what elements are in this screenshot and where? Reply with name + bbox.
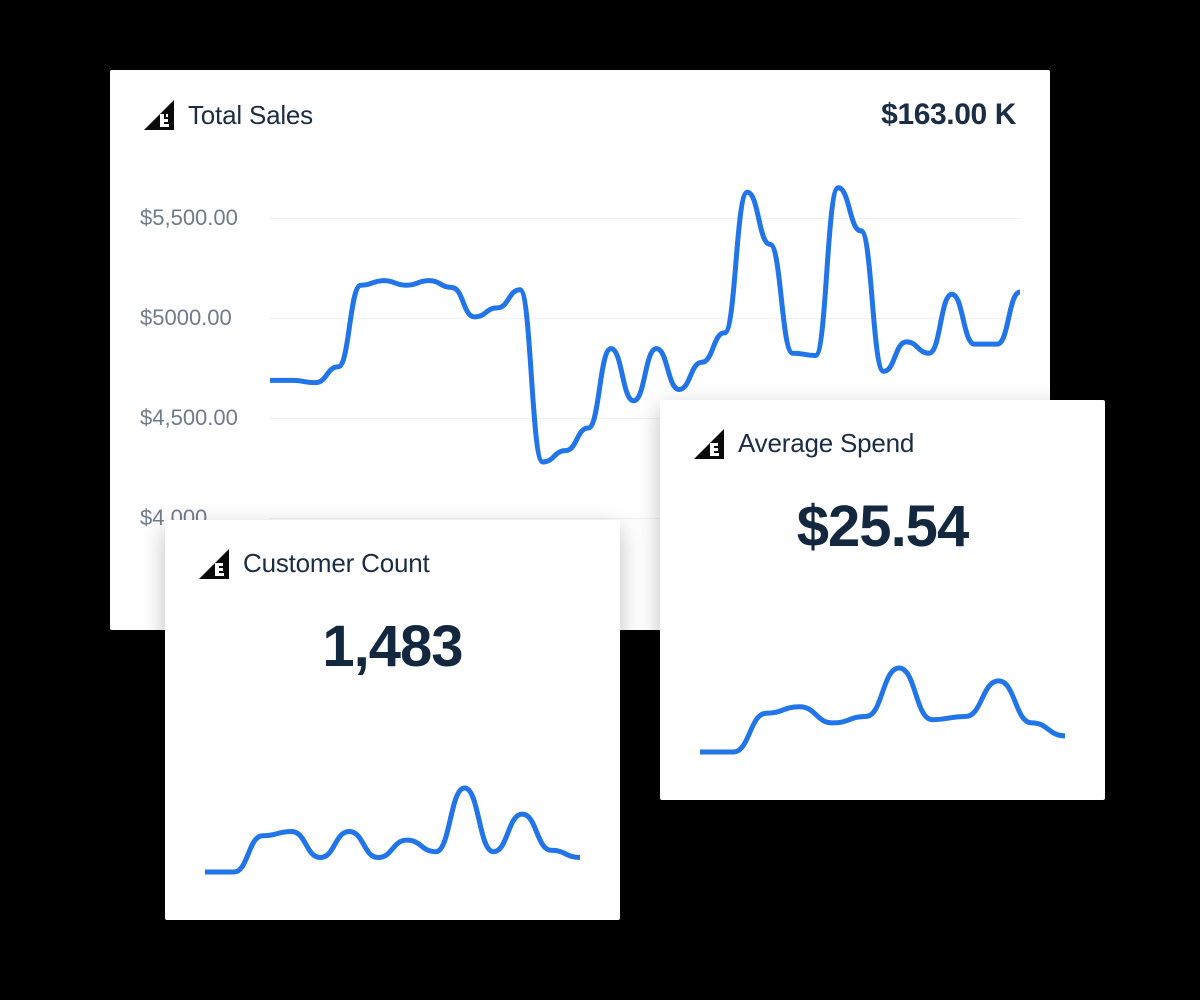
average-spend-value: $25.54 [660, 493, 1105, 560]
total-sales-title: Total Sales [188, 100, 313, 131]
customer-count-card: Customer Count 1,483 [165, 520, 620, 920]
average-spend-card: Average Spend $25.54 [660, 400, 1105, 800]
brand-triangle-icon [144, 100, 174, 130]
brand-triangle-icon [199, 549, 229, 579]
average-spend-sparkline [700, 660, 1065, 760]
y-tick: $4,500.00 [140, 405, 238, 431]
average-spend-title: Average Spend [738, 428, 914, 459]
customer-count-header: Customer Count [165, 520, 620, 587]
customer-count-value: 1,483 [165, 613, 620, 680]
average-spend-header: Average Spend [660, 400, 1105, 467]
customer-count-sparkline [205, 780, 580, 880]
customer-count-title: Customer Count [243, 548, 430, 579]
total-sales-value: $163.00 K [881, 98, 1016, 132]
total-sales-header: Total Sales $163.00 K [110, 70, 1050, 140]
y-tick: $5000.00 [140, 305, 232, 331]
brand-triangle-icon [694, 429, 724, 459]
y-tick: $5,500.00 [140, 205, 238, 231]
